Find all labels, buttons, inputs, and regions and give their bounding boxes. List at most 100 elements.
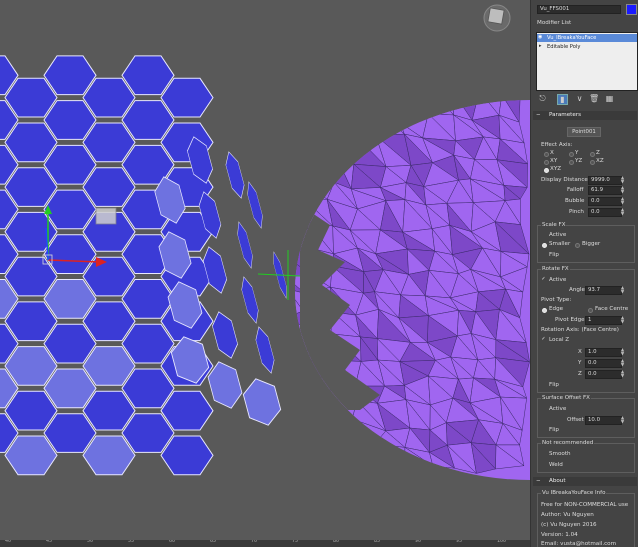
sphere-triangle: [381, 100, 403, 124]
time-ruler[interactable]: 40 45 50 55 60 65 70 75 80 85 90 95 100: [0, 540, 530, 547]
axis-y-radio[interactable]: [569, 152, 574, 157]
sphere-triangle: [295, 379, 311, 399]
sphere-triangle: [295, 157, 306, 182]
sphere-triangle: [295, 421, 312, 450]
axis-xz-label: XZ: [596, 158, 604, 164]
rot-z-field[interactable]: 0.0: [585, 370, 622, 379]
pivot-type-label: Pivot Type:: [541, 297, 572, 303]
hex-tile: [43, 144, 97, 185]
rotate-fx-active-checkbox[interactable]: ✓: [541, 277, 546, 282]
falloff-spinner[interactable]: ▲ ▼: [620, 186, 625, 195]
pinch-spinner[interactable]: ▲ ▼: [620, 208, 625, 217]
parameters-rollout-header[interactable]: − Parameters: [533, 111, 637, 120]
sphere-triangle: [325, 443, 364, 472]
viewport[interactable]: [0, 0, 530, 540]
scale-fx-active-checkbox[interactable]: [541, 232, 546, 237]
scale-fx-smaller-radio[interactable]: [542, 243, 547, 248]
axis-x-label: X: [550, 150, 554, 156]
about-rollout-header[interactable]: − About: [533, 477, 637, 486]
pinch-field[interactable]: 0.0: [588, 208, 622, 217]
scale-fx-bigger-label: Bigger: [582, 241, 601, 247]
point-pick-button[interactable]: Point001: [567, 127, 601, 137]
sphere-triangle: [295, 115, 310, 137]
ruler-tick-label: 70: [251, 540, 258, 544]
command-panel: Vu_FFS001 Modifier List ◉ Vu_IBreakaYouF…: [530, 0, 638, 547]
hex-shard: [241, 276, 259, 324]
modifier-stack[interactable]: ◉ Vu_IBreakaYouFace ▸ Editable Poly: [536, 32, 638, 91]
rot-z-spinner[interactable]: ▲ ▼: [620, 370, 625, 379]
modifier-stack-item-ibreak[interactable]: ◉ Vu_IBreakaYouFace: [537, 34, 637, 42]
rot-x-value: 1.0: [588, 349, 597, 355]
smooth-checkbox[interactable]: [541, 451, 546, 456]
surface-offset-active-checkbox[interactable]: [541, 406, 546, 411]
rot-x-spinner[interactable]: ▲ ▼: [620, 348, 625, 357]
axis-xy-radio[interactable]: [544, 160, 549, 165]
make-unique-icon[interactable]: ∨: [575, 94, 584, 103]
pivot-edge-field[interactable]: 1: [585, 316, 622, 325]
ruler-tick-label: 65: [210, 540, 217, 544]
sphere-triangle: [382, 100, 402, 124]
sphere-triangle: [351, 443, 380, 473]
scale-fx-bigger-radio[interactable]: [575, 243, 580, 248]
sphere-triangle: [295, 442, 312, 474]
object-color-swatch[interactable]: [626, 4, 637, 15]
sphere-triangle: [307, 426, 340, 445]
remove-modifier-icon[interactable]: 🗑: [589, 94, 599, 103]
sphere-triangle: [427, 100, 455, 116]
sphere-triangle: [306, 449, 333, 474]
rot-y-field[interactable]: 0.0: [585, 359, 622, 368]
rot-x-field[interactable]: 1.0: [585, 348, 622, 357]
offset-field[interactable]: 10.0: [585, 416, 622, 425]
hex-tile: [4, 435, 58, 476]
modifier-stack-item-label: Vu_IBreakaYouFace: [547, 35, 597, 41]
offset-spinner[interactable]: ▲ ▼: [620, 416, 625, 425]
local-z-label: Local Z: [549, 337, 570, 343]
surface-offset-flip-checkbox[interactable]: [541, 427, 546, 432]
scale-fx-flip-checkbox[interactable]: [541, 252, 546, 257]
bubble-spinner[interactable]: ▲ ▼: [620, 197, 625, 206]
ruler-tick-label: 55: [128, 540, 135, 544]
hex-tile: [121, 323, 175, 364]
angle-spinner[interactable]: ▲ ▼: [620, 286, 625, 295]
not-recommended-title: Not recommended: [541, 440, 595, 446]
eye-icon[interactable]: ◉: [538, 34, 542, 40]
hex-tile: [121, 368, 175, 409]
hex-tile: [82, 256, 136, 297]
display-distance-spinner[interactable]: ▲ ▼: [620, 176, 625, 185]
pin-icon[interactable]: ⎋: [538, 94, 547, 103]
falloff-field[interactable]: 61.9: [588, 186, 622, 195]
axis-xz-radio[interactable]: [590, 160, 595, 165]
show-end-result-icon[interactable]: ▮: [557, 94, 568, 105]
weld-checkbox[interactable]: [541, 462, 546, 467]
axis-z-radio[interactable]: [590, 152, 595, 157]
expand-arrow-icon[interactable]: ▸: [539, 43, 542, 49]
sphere-triangle: [401, 100, 432, 115]
bubble-field[interactable]: 0.0: [588, 197, 622, 206]
object-name-field[interactable]: Vu_FFS001: [537, 5, 621, 14]
sphere-triangle: [355, 114, 384, 137]
pivot-face-centre-radio[interactable]: [588, 308, 593, 313]
display-distance-field[interactable]: 9999.0: [588, 176, 622, 185]
axis-x-radio[interactable]: [544, 152, 549, 157]
configure-sets-icon[interactable]: ▦: [605, 94, 614, 103]
sphere-triangle: [307, 397, 341, 430]
pivot-edge-spinner[interactable]: ▲ ▼: [620, 316, 625, 325]
modifier-list-label[interactable]: Modifier List: [537, 20, 571, 26]
pivot-edge-radio[interactable]: [542, 308, 547, 313]
angle-field[interactable]: 93.7: [585, 286, 622, 295]
viewcube-icon[interactable]: [483, 4, 511, 32]
display-distance-label: Display Distance: [541, 177, 588, 183]
sphere-triangle: [305, 135, 338, 159]
local-z-checkbox[interactable]: ✓: [541, 337, 546, 342]
hex-tile: [4, 256, 58, 297]
sphere-mesh[interactable]: [278, 90, 530, 490]
viewport-scene[interactable]: [0, 0, 530, 540]
rotate-fx-flip-checkbox[interactable]: [541, 382, 546, 387]
sphere-triangle: [295, 122, 310, 145]
hex-shard: [255, 326, 275, 374]
rot-y-spinner[interactable]: ▲ ▼: [620, 359, 625, 368]
axis-xyz-radio[interactable]: [544, 168, 549, 173]
modifier-stack-item-editable-poly[interactable]: ▸ Editable Poly: [537, 43, 637, 51]
axis-yz-radio[interactable]: [569, 160, 574, 165]
rot-y-label: Y: [578, 360, 582, 366]
